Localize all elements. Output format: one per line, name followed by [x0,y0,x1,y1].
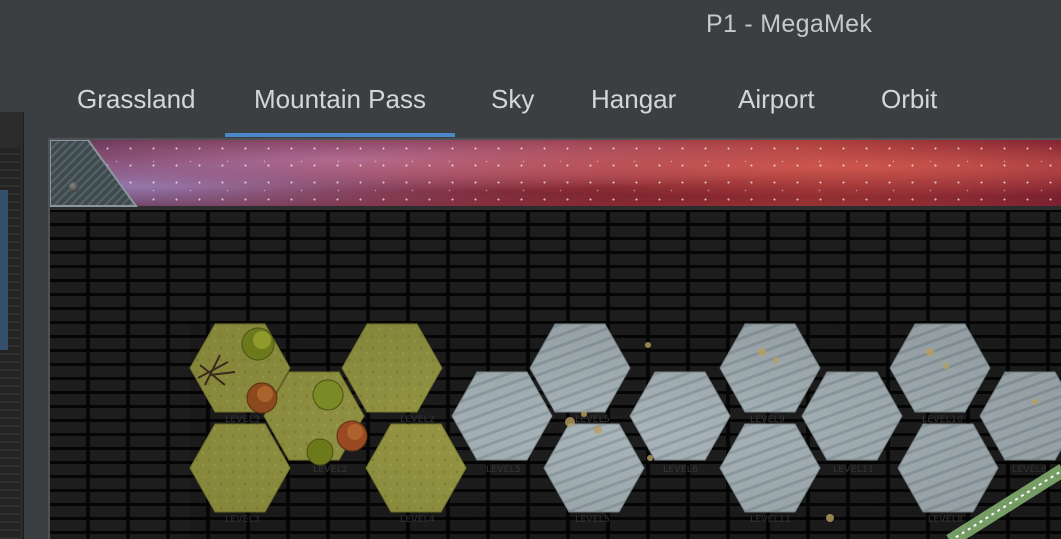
side-panel [0,112,24,539]
board-viewport[interactable]: LEVEL3 LEVEL2 LEVEL5 LEVEL9 LEVEL10 LEVE… [48,138,1061,539]
window-title: P1 - MegaMek [706,10,873,38]
tab-hangar[interactable]: Hangar [591,84,676,138]
title-bar: P1 - MegaMek [0,0,1061,52]
terrain-tab-bar: Grassland Mountain Pass Sky Hangar Airpo… [0,84,1061,138]
hex-map[interactable]: LEVEL3 LEVEL2 LEVEL5 LEVEL9 LEVEL10 LEVE… [50,140,1061,539]
tab-sky[interactable]: Sky [491,84,534,138]
tab-airport[interactable]: Airport [738,84,815,138]
tab-grassland[interactable]: Grassland [77,84,196,138]
tab-orbit[interactable]: Orbit [881,84,937,138]
side-panel-selection [0,190,8,350]
tab-mountain-pass[interactable]: Mountain Pass [225,84,455,138]
terrain-shading [190,324,1061,539]
